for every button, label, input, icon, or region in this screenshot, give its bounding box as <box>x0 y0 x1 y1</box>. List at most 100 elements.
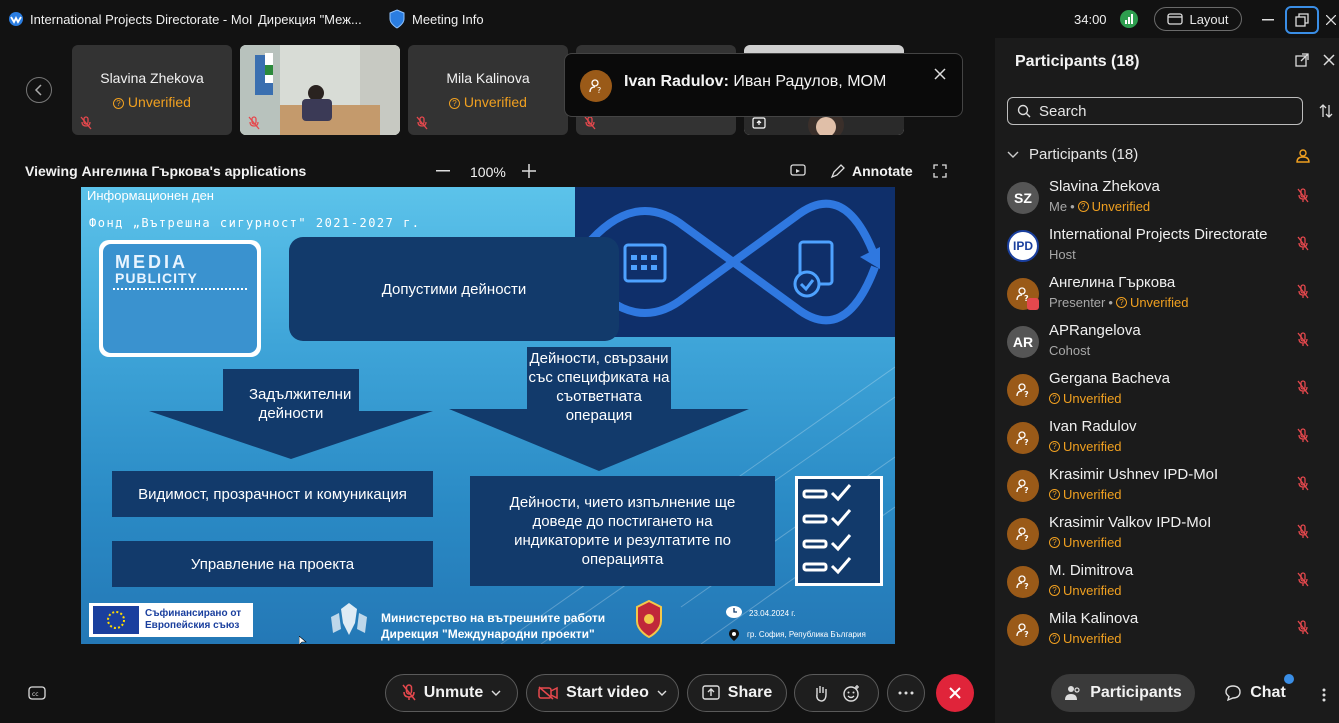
guest-user-icon: ? <box>1016 623 1029 638</box>
leave-meeting-button[interactable] <box>936 674 974 712</box>
restore-button[interactable] <box>1285 6 1319 34</box>
close-icon <box>949 687 961 699</box>
mic-muted-icon[interactable] <box>1297 332 1309 348</box>
more-icon <box>898 691 914 695</box>
mvr-emblem-icon <box>635 599 663 639</box>
mic-muted-icon[interactable] <box>1297 620 1309 636</box>
mic-muted-icon[interactable] <box>1297 188 1309 204</box>
participant-row[interactable]: ? Krasimir Ushnev IPD-MoI? Unverified <box>995 464 1339 512</box>
close-icon[interactable] <box>933 67 947 81</box>
participant-row[interactable]: ? Krasimir Valkov IPD-MoI? Unverified <box>995 512 1339 560</box>
remote-control-icon[interactable] <box>790 164 806 178</box>
minimize-button[interactable] <box>1251 6 1285 34</box>
notification-sender: Ivan Radulov: <box>624 73 729 90</box>
avatar: ? <box>1007 374 1039 406</box>
participant-row[interactable]: ? Gergana Bacheva? Unverified <box>995 368 1339 416</box>
layout-icon <box>1167 13 1184 25</box>
closed-captions-button[interactable]: cc <box>20 676 54 710</box>
guest-user-icon: ? <box>1016 575 1029 590</box>
close-window-button[interactable] <box>1322 6 1339 34</box>
fullscreen-icon[interactable] <box>933 164 947 178</box>
close-panel-icon[interactable] <box>1323 54 1335 66</box>
video-tile-mila[interactable]: Mila Kalinova ? Unverified <box>408 45 568 135</box>
chat-notification[interactable]: ? Ivan Radulov: Иван Радулов, МОМ <box>564 53 963 117</box>
svg-text:?: ? <box>1024 390 1029 398</box>
participant-name: Ангелина Гъркова <box>1049 274 1176 291</box>
chat-unread-badge <box>1284 674 1294 684</box>
participant-role: Me <box>1049 199 1068 214</box>
meeting-timer: 34:00 <box>1074 8 1107 30</box>
mic-muted-icon[interactable] <box>1297 524 1309 540</box>
unverified-status: ? Unverified <box>1049 583 1122 598</box>
unverified-text: Unverified <box>1091 199 1151 214</box>
participant-row[interactable]: ? Ангелина Гъркова Presenter •? Unverified <box>995 272 1339 320</box>
participant-row[interactable]: ? Mila Kalinova? Unverified <box>995 608 1339 656</box>
mic-muted-icon[interactable] <box>1297 380 1309 396</box>
participants-group-header[interactable]: Participants (18) <box>1007 146 1138 163</box>
participant-row[interactable]: SZ Slavina Zhekova Me •? Unverified <box>995 176 1339 224</box>
meeting-info-button[interactable]: Meeting Info <box>388 8 484 30</box>
participant-subtitle: Cohost <box>1049 343 1090 358</box>
share-button[interactable]: Share <box>687 674 787 712</box>
zoom-in-button[interactable] <box>522 164 536 178</box>
box-eligible-activities: Допустими дейности <box>289 237 619 341</box>
annotate-button[interactable]: Annotate <box>830 163 913 179</box>
layout-label: Layout <box>1189 11 1229 27</box>
sort-icon[interactable] <box>1319 103 1333 119</box>
participant-search-input[interactable]: Search <box>1007 97 1303 125</box>
participant-name: Mila Kalinova <box>1049 610 1139 627</box>
popout-icon[interactable] <box>1295 53 1309 67</box>
tab-directorate[interactable]: Дирекция "Меж... <box>258 8 362 30</box>
raise-hand-icon[interactable] <box>813 684 829 702</box>
tab-ipd[interactable]: International Projects Directorate - MoI <box>8 8 253 30</box>
participant-name: Gergana Bacheva <box>1049 370 1170 387</box>
participant-row[interactable]: IPD International Projects Directorate Hos… <box>995 224 1339 272</box>
mute-all-icon[interactable] <box>1295 148 1311 164</box>
mic-muted-icon[interactable] <box>1297 428 1309 444</box>
video-feed-image <box>240 45 400 135</box>
start-video-button[interactable]: Start video <box>526 674 679 712</box>
mic-muted-icon[interactable] <box>1297 284 1309 300</box>
participant-row[interactable]: AR APRangelova Cohost <box>995 320 1339 368</box>
unverified-status: ? Unverified <box>1049 487 1122 502</box>
box-management: Управление на проекта <box>112 541 433 587</box>
video-tile-camera[interactable] <box>240 45 400 135</box>
zoom-level: 100% <box>470 164 506 180</box>
eu-flag-icon <box>93 606 139 634</box>
video-tile-slavina[interactable]: Slavina Zhekova ? Unverified <box>72 45 232 135</box>
more-options-button[interactable] <box>887 674 925 712</box>
participants-label: Participants <box>1090 684 1182 701</box>
shield-icon <box>388 9 406 29</box>
chat-label: Chat <box>1250 684 1286 701</box>
thumbnail-prev-button[interactable] <box>26 77 52 103</box>
eu-line-1: Съфинансирано от <box>145 608 242 619</box>
unverified-status: ? Unverified <box>1077 199 1151 214</box>
participants-button[interactable]: Participants <box>1051 674 1195 712</box>
reactions-icon[interactable] <box>842 684 861 702</box>
network-signal-icon[interactable] <box>1120 10 1138 28</box>
avatar: AR <box>1007 326 1039 358</box>
bulgarian-coat-of-arms-icon <box>327 599 371 641</box>
layout-button[interactable]: Layout <box>1154 7 1242 31</box>
mic-off-icon <box>402 684 416 701</box>
ministry-line-1: Министерство на вътрешните работи <box>381 611 606 625</box>
participant-row[interactable]: ? M. Dimitrova? Unverified <box>995 560 1339 608</box>
tile-status: ? Unverified <box>72 94 232 110</box>
slide-header-1: Информационен ден <box>87 188 214 203</box>
chevron-down-icon <box>657 690 667 696</box>
mic-muted-icon[interactable] <box>1297 572 1309 588</box>
participant-row[interactable]: ? Ivan Radulov? Unverified <box>995 416 1339 464</box>
box-indicators: Дейности, чието изпълнение ще доведе до … <box>470 476 775 586</box>
participant-subtitle: ? Unverified <box>1049 583 1122 598</box>
participant-subtitle: ? Unverified <box>1049 487 1122 502</box>
mic-muted-icon[interactable] <box>1297 236 1309 252</box>
unmute-button[interactable]: Unmute <box>385 674 518 712</box>
cc-icon: cc <box>28 686 46 700</box>
more-vertical-icon[interactable] <box>1322 688 1326 702</box>
mic-muted-icon[interactable] <box>1297 476 1309 492</box>
slide-header-2: Фонд „Вътрешна сигурност" 2021-2027 г. <box>89 216 421 230</box>
zoom-out-button[interactable] <box>436 170 450 172</box>
panel-title: Participants (18) <box>1015 53 1140 70</box>
guest-user-icon: ? <box>1016 431 1029 446</box>
share-label: Share <box>727 684 773 701</box>
